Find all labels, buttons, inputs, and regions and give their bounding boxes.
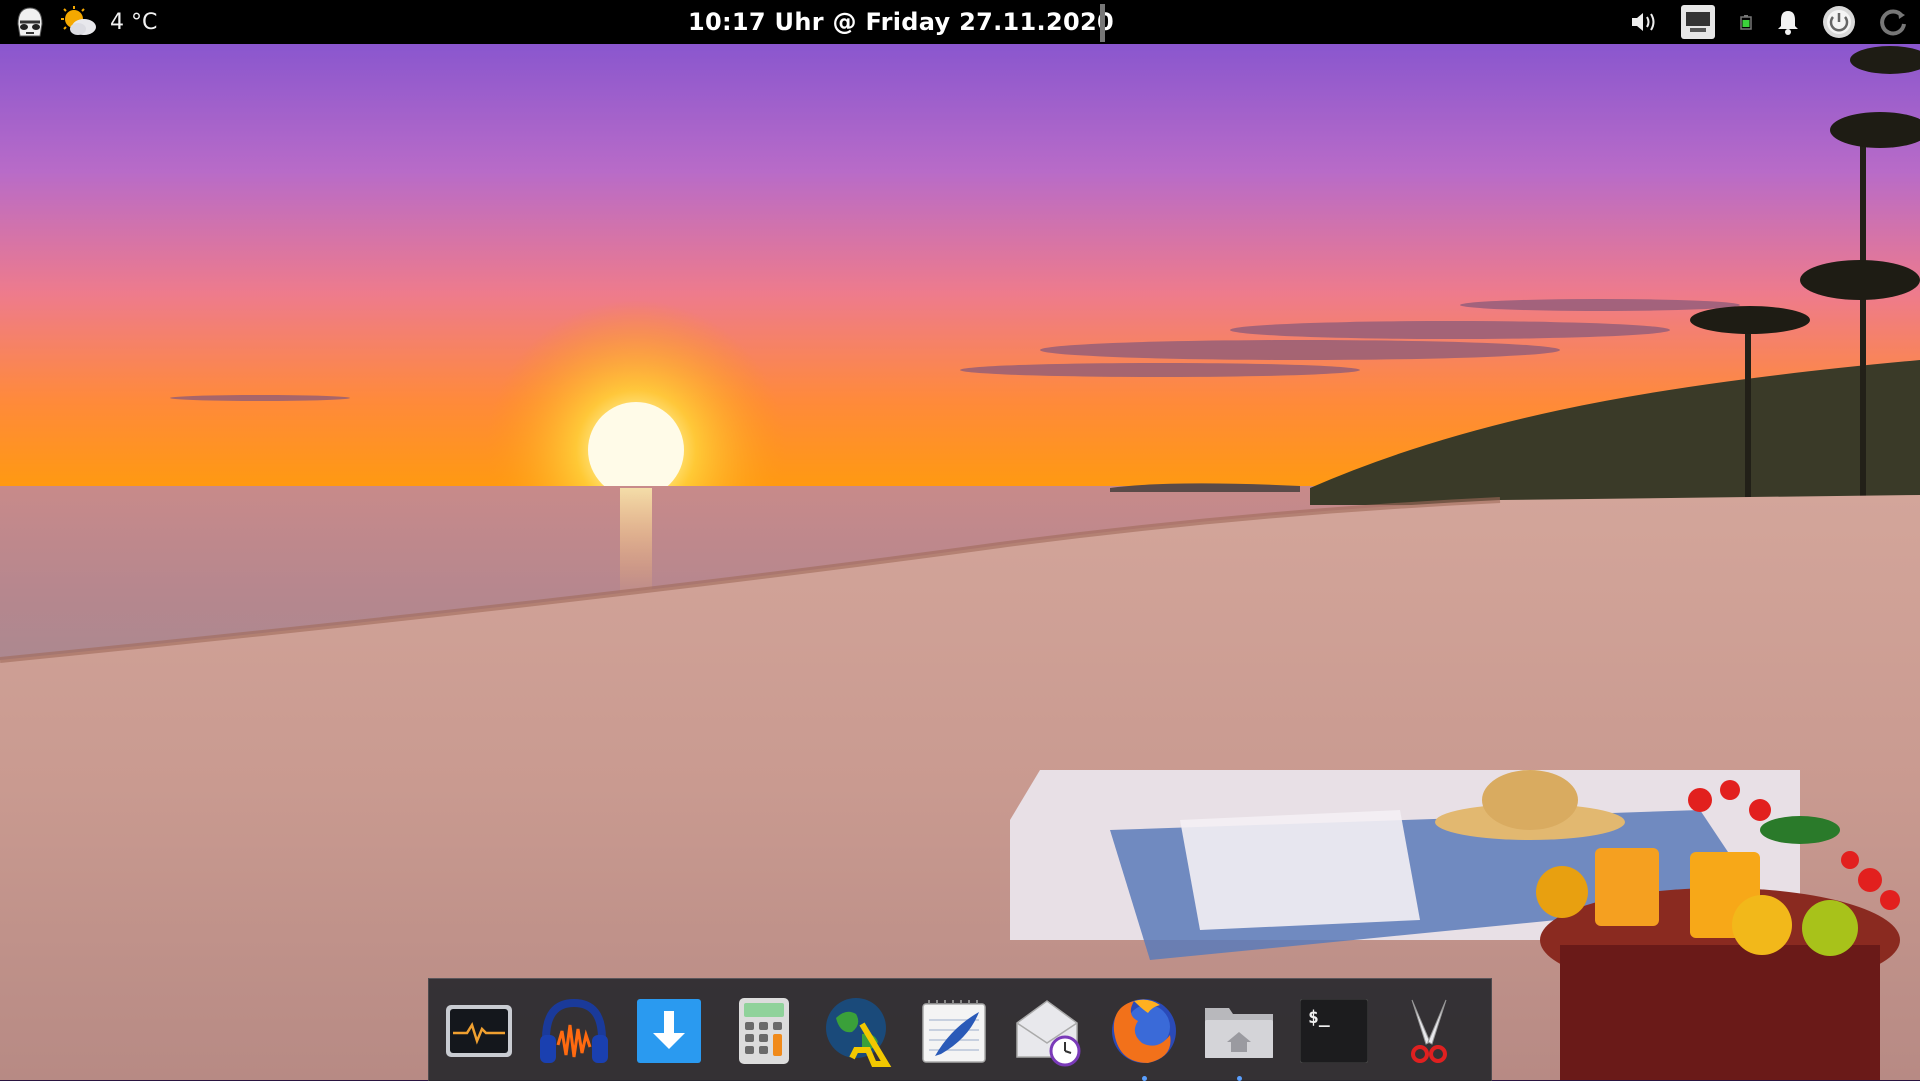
audio-editor-icon xyxy=(540,998,608,1063)
dock-item-web-globe[interactable] xyxy=(821,993,897,1069)
battery-icon[interactable] xyxy=(1738,11,1754,33)
terminal-prompt: $_ xyxy=(1308,1007,1330,1028)
home-folder-icon xyxy=(1205,1008,1273,1058)
network-icon[interactable] xyxy=(1680,4,1716,40)
notification-bell-icon[interactable] xyxy=(1776,9,1800,35)
calculator-icon xyxy=(739,998,789,1064)
dock-item-mail-scheduler[interactable] xyxy=(1011,993,1087,1069)
download-icon xyxy=(637,999,701,1063)
firefox-icon xyxy=(1112,999,1176,1063)
system-monitor-icon xyxy=(446,1005,512,1057)
weather-temperature: 4 °C xyxy=(110,9,158,35)
system-tray xyxy=(1630,0,1908,44)
text-editor-icon xyxy=(922,1000,986,1063)
dock-item-screenshot-tool[interactable] xyxy=(1391,993,1467,1069)
dock-item-system-monitor[interactable] xyxy=(441,993,517,1069)
panel-left-group: 4 °C xyxy=(10,0,157,44)
start-menu-stormtrooper-icon[interactable] xyxy=(10,2,50,42)
application-dock: $_ xyxy=(428,978,1492,1081)
web-globe-icon xyxy=(826,998,892,1067)
top-panel: 4 °C 10:17 Uhr @ Friday 27.11.2020 xyxy=(0,0,1920,44)
running-indicator xyxy=(1237,1076,1242,1081)
dock-item-text-editor[interactable] xyxy=(916,993,992,1069)
volume-icon[interactable] xyxy=(1630,10,1658,34)
running-indicator xyxy=(1142,1076,1147,1081)
dock-item-home-folder[interactable] xyxy=(1201,993,1277,1081)
mail-scheduler-icon xyxy=(1016,1000,1081,1067)
weather-partly-cloudy-icon[interactable] xyxy=(60,5,98,39)
panel-separator xyxy=(1100,4,1105,42)
desktop-wallpaper xyxy=(0,0,1920,1080)
power-icon[interactable] xyxy=(1822,5,1856,39)
dock-item-firefox[interactable] xyxy=(1106,993,1182,1081)
refresh-icon[interactable] xyxy=(1878,7,1908,37)
dock-item-download-manager[interactable] xyxy=(631,993,707,1069)
dock-item-audio-editor[interactable] xyxy=(536,993,612,1069)
clock-datetime[interactable]: 10:17 Uhr @ Friday 27.11.2020 xyxy=(688,0,1114,44)
screenshot-scissors-icon xyxy=(1411,999,1447,1063)
dock-item-terminal[interactable]: $_ xyxy=(1296,993,1372,1069)
dock-item-calculator[interactable] xyxy=(726,993,802,1069)
terminal-icon: $_ xyxy=(1300,999,1368,1063)
